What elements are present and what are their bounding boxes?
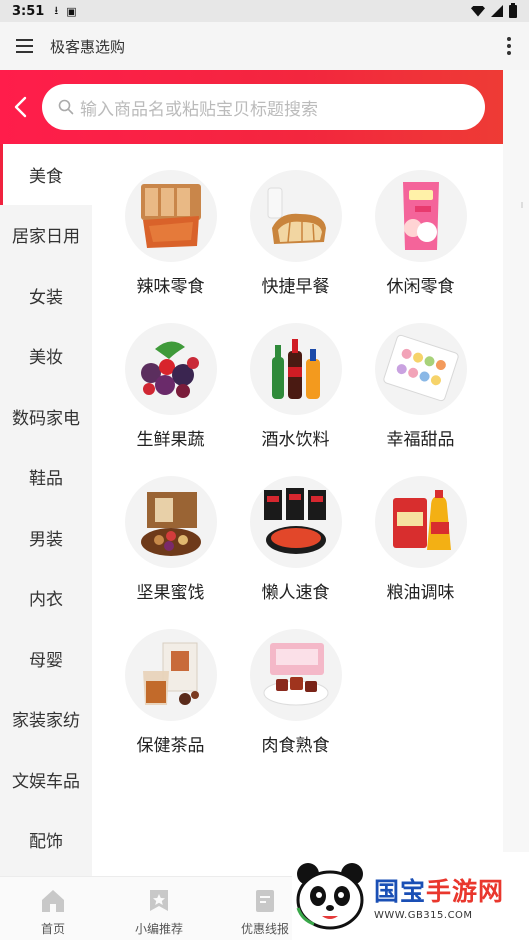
sidebar-item-underwear[interactable]: 内衣 [0,568,92,629]
signal-icon [491,5,503,17]
spicy-snack-icon [124,170,217,262]
grid-item-label: 坚果蜜饯 [136,583,205,603]
grid-item-health-tea[interactable]: 保健茶品 [108,629,233,756]
grid-item-label: 保健茶品 [136,736,205,756]
sidebar-item-label: 家装家纺 [12,711,80,732]
notification-icon: ▣ [66,4,77,18]
sidebar-item-womens-wear[interactable]: 女装 [0,265,92,326]
sidebar-item-label: 配饰 [29,832,63,853]
grid-item-instant-food[interactable]: 懒人速食 [233,476,358,603]
sidebar-item-label: 美妆 [29,348,63,369]
sidebar-item-shoes[interactable]: 鞋品 [0,447,92,508]
subcategory-grid: 辣味零食 快捷早餐 休闲零食 生鲜果蔬 酒水饮料 幸福甜品 坚果蜜饯 懒人速食 … [108,170,498,756]
search-input[interactable]: 输入商品名或粘贴宝贝标题搜索 [42,84,485,130]
grid-item-label: 肉食熟食 [261,736,330,756]
sidebar-item-label: 女装 [29,287,63,308]
site-watermark: 国宝手游网 WWW.GB315.COM [292,852,529,940]
grid-item-nuts[interactable]: 坚果蜜饯 [108,476,233,603]
watermark-title: 国宝手游网 [374,872,504,908]
watermark-title-a: 国宝 [374,876,427,906]
grid-item-label: 酒水饮料 [261,430,330,450]
scroll-gutter [503,70,529,876]
berries-icon [124,323,217,415]
badge-icon [150,890,168,911]
grid-item-label: 幸福甜品 [386,430,455,450]
grid-item-leisure-snacks[interactable]: 休闲零食 [358,170,483,297]
home-icon [42,890,64,912]
nuts-icon [124,476,217,568]
macaron-icon [374,323,467,415]
grid-item-cooked-meat[interactable]: 肉食熟食 [233,629,358,756]
grid-item-label: 粮油调味 [386,583,455,603]
search-placeholder: 输入商品名或粘贴宝贝标题搜索 [80,99,318,120]
grid-item-drinks[interactable]: 酒水饮料 [233,323,358,450]
grid-item-fresh-produce[interactable]: 生鲜果蔬 [108,323,233,450]
bread-icon [249,170,342,262]
rice-oil-icon [374,476,467,568]
instant-noodle-icon [249,476,342,568]
sidebar-item-label: 居家日用 [12,227,80,248]
snack-bag-icon [374,170,467,262]
wifi-icon [471,5,485,17]
grid-item-label: 休闲零食 [386,277,455,297]
sidebar-item-label: 男装 [29,529,63,550]
meat-icon [249,629,342,721]
drinks-icon [249,323,342,415]
grid-item-label: 生鲜果蔬 [136,430,205,450]
sidebar-item-baby[interactable]: 母婴 [0,628,92,689]
sidebar-item-home-textile[interactable]: 家装家纺 [0,689,92,750]
grid-item-label: 快捷早餐 [261,277,330,297]
app-screen: 3:51 ⭳ ▣ 极客惠选购 输入商品名或粘贴宝贝标题搜索 美食 居家日用 女装… [0,0,529,940]
sidebar-item-label: 内衣 [29,590,63,611]
watermark-title-b: 手游网 [426,876,505,906]
category-content: 辣味零食 快捷早餐 休闲零食 生鲜果蔬 酒水饮料 幸福甜品 坚果蜜饯 懒人速食 … [92,144,503,876]
search-icon [58,99,74,115]
sidebar-item-household[interactable]: 居家日用 [0,205,92,266]
search-header: 输入商品名或粘贴宝贝标题搜索 [0,70,503,144]
sidebar-item-electronics[interactable]: 数码家电 [0,386,92,447]
app-toolbar: 极客惠选购 [0,22,529,70]
grid-item-spicy-snacks[interactable]: 辣味零食 [108,170,233,297]
sidebar-item-entertainment-auto[interactable]: 文娱车品 [0,749,92,810]
panda-logo-icon [296,863,364,930]
watermark-url: WWW.GB315.COM [374,909,473,921]
grid-item-grain-oil[interactable]: 粮油调味 [358,476,483,603]
nav-label: 优惠线报 [240,922,289,936]
nav-item-editor-picks[interactable]: 小编推荐 [106,877,212,940]
grid-item-desserts[interactable]: 幸福甜品 [358,323,483,450]
nav-label: 首页 [40,922,65,936]
status-indicators [471,2,517,18]
grid-item-label: 辣味零食 [136,277,205,297]
sidebar-item-label: 文娱车品 [12,771,80,792]
tea-icon [124,629,217,721]
sidebar-item-mens-wear[interactable]: 男装 [0,507,92,568]
nav-label: 小编推荐 [134,922,183,936]
grid-item-breakfast[interactable]: 快捷早餐 [233,170,358,297]
sidebar-item-label: 美食 [29,166,63,187]
page-title: 极客惠选购 [50,37,126,56]
download-icon: ⭳ [54,3,59,17]
sidebar-item-label: 数码家电 [12,408,80,429]
sidebar-item-label: 鞋品 [29,469,63,490]
sidebar-item-food[interactable]: 美食 [0,144,92,205]
watermark-text: 国宝手游网 WWW.GB315.COM [374,872,504,921]
grid-item-label: 懒人速食 [261,583,330,603]
sidebar-item-beauty[interactable]: 美妆 [0,326,92,387]
nav-item-home[interactable]: 首页 [0,877,106,940]
status-time: 3:51 [12,3,45,19]
document-icon [256,890,274,912]
sidebar-item-label: 母婴 [29,650,63,671]
back-arrow-icon[interactable] [0,70,42,144]
hamburger-menu-icon[interactable] [0,22,48,70]
category-sidebar: 美食 居家日用 女装 美妆 数码家电 鞋品 男装 内衣 母婴 家装家纺 文娱车品… [0,144,92,876]
status-bar: 3:51 ⭳ ▣ [0,0,529,22]
sidebar-item-accessories[interactable]: 配饰 [0,810,92,871]
battery-icon [509,2,517,18]
more-options-icon[interactable] [489,22,529,70]
